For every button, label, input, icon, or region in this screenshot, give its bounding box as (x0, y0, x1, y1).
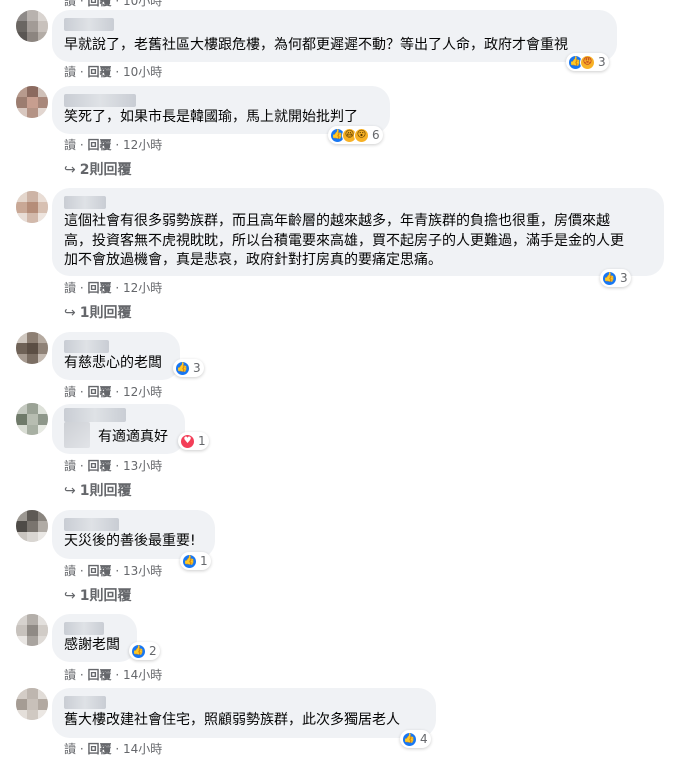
angry-icon: 😡 (580, 54, 595, 70)
comment-actions: 讀 · 回覆 · 12小時 (64, 385, 163, 399)
reply-button[interactable]: 回覆 (88, 281, 112, 295)
reaction-count: 2 (149, 644, 157, 658)
reply-button[interactable]: 回覆 (88, 668, 112, 682)
partial-comment-actions: 讀 · 回覆 · 10小時 (64, 0, 162, 9)
comment-text: 有適適真好 (98, 429, 168, 445)
avatar[interactable] (16, 403, 48, 435)
comment-actions: 讀 · 回覆 · 14小時 (64, 742, 163, 756)
timestamp[interactable]: 14小時 (123, 742, 162, 756)
reply-button[interactable]: 回覆 (88, 742, 112, 756)
reply-arrow-icon: ↪ (64, 162, 76, 178)
read-label[interactable]: 讀 (64, 564, 76, 578)
avatar[interactable] (16, 510, 48, 542)
author-name[interactable] (64, 340, 109, 353)
reaction-count: 6 (372, 128, 380, 142)
author-name[interactable] (64, 408, 126, 422)
timestamp[interactable]: 10小時 (123, 0, 162, 8)
comment-text: 感謝老闆 (64, 637, 120, 653)
reply-arrow-icon: ↪ (64, 483, 76, 499)
author-name[interactable] (64, 18, 114, 31)
view-replies-link[interactable]: ↪ 1則回覆 (64, 480, 131, 500)
reaction-count: 3 (598, 55, 606, 69)
timestamp[interactable]: 13小時 (123, 459, 162, 473)
author-name[interactable] (64, 518, 119, 531)
like-icon: 👍 (602, 270, 617, 286)
reply-arrow-icon: ↪ (64, 305, 76, 321)
read-label[interactable]: 讀 (64, 385, 76, 399)
comment-bubble: 早就說了，老舊社區大樓跟危樓，為何都更遲遲不動？等出了人命，政府才會重視 (52, 10, 617, 62)
comment-bubble: 這個社會有很多弱勢族群，而且高年齡層的越來越多，年青族群的負擔也很重，房價來越高… (52, 188, 664, 276)
reaction-count: 3 (193, 361, 201, 375)
view-replies-link[interactable]: ↪ 2則回覆 (64, 159, 131, 179)
comment-actions: 讀 · 回覆 · 14小時 (64, 668, 163, 682)
comment-actions: 讀 · 回覆 · 12小時 (64, 281, 163, 295)
comment-text: 早就說了，老舊社區大樓跟危樓，為何都更遲遲不動？等出了人命，政府才會重視 (64, 37, 568, 53)
comment-bubble: 感謝老闆 (52, 614, 137, 662)
comment-text: 笑死了，如果市長是韓國瑜，馬上就開始批判了 (64, 109, 358, 125)
author-name[interactable] (64, 696, 106, 709)
avatar[interactable] (16, 688, 48, 720)
reaction-summary[interactable]: 👍 😆 😮 6 (328, 126, 383, 144)
comment-bubble: 有適適真好 (52, 404, 185, 454)
avatar[interactable] (16, 332, 48, 364)
reply-button[interactable]: 回覆 (88, 65, 112, 79)
timestamp[interactable]: 14小時 (123, 668, 162, 682)
avatar[interactable] (16, 10, 48, 42)
reply-arrow-icon: ↪ (64, 588, 76, 604)
timestamp[interactable]: 12小時 (123, 281, 162, 295)
reaction-summary[interactable]: 👍 4 (400, 730, 431, 748)
comment-actions: 讀 · 回覆 · 13小時 (64, 564, 163, 578)
read-label[interactable]: 讀 (64, 138, 76, 152)
comment-text: 有慈悲心的老闆 (64, 355, 162, 371)
read-label[interactable]: 讀 (64, 281, 76, 295)
timestamp[interactable]: 12小時 (123, 138, 162, 152)
blurred-mention (64, 422, 90, 448)
comment-text: 這個社會有很多弱勢族群，而且高年齡層的越來越多，年青族群的負擔也很重，房價來越高… (64, 213, 624, 268)
reaction-summary[interactable]: 👍 3 (173, 359, 204, 377)
comment-bubble: 舊大樓改建社會住宅，照顧弱勢族群，此次多獨居老人 (52, 688, 436, 738)
reply-button[interactable]: 回覆 (88, 459, 112, 473)
like-icon: 👍 (175, 360, 190, 376)
view-replies-link[interactable]: ↪ 1則回覆 (64, 585, 131, 605)
avatar[interactable] (16, 191, 48, 223)
reaction-summary[interactable]: 👍 3 (600, 269, 631, 287)
timestamp[interactable]: 13小時 (123, 564, 162, 578)
reaction-summary[interactable]: 👍 1 (180, 552, 211, 570)
comment-bubble: 有慈悲心的老闆 (52, 332, 180, 380)
read-label[interactable]: 讀 (64, 65, 76, 79)
reaction-count: 4 (420, 732, 428, 746)
like-icon: 👍 (131, 643, 146, 659)
reply-button[interactable]: 回覆 (88, 385, 112, 399)
author-name[interactable] (64, 622, 104, 635)
reaction-summary[interactable]: 👍 😡 3 (566, 53, 609, 71)
read-label[interactable]: 讀 (64, 459, 76, 473)
read-label[interactable]: 讀 (64, 668, 76, 682)
read-label[interactable]: 讀 (64, 0, 76, 8)
timestamp[interactable]: 10小時 (123, 65, 162, 79)
reaction-count: 1 (200, 554, 208, 568)
comment-text: 天災後的善後最重要! (64, 533, 196, 549)
comment-actions: 讀 · 回覆 · 12小時 (64, 138, 163, 152)
reply-button[interactable]: 回覆 (88, 138, 112, 152)
like-icon: 👍 (402, 731, 417, 747)
author-name[interactable] (64, 94, 136, 107)
timestamp[interactable]: 12小時 (123, 385, 162, 399)
reply-button[interactable]: 回覆 (88, 564, 112, 578)
avatar[interactable] (16, 86, 48, 118)
reaction-summary[interactable]: ♥ 1 (178, 432, 209, 450)
comment-actions: 讀 · 回覆 · 13小時 (64, 459, 163, 473)
author-name[interactable] (64, 196, 106, 209)
view-replies-link[interactable]: ↪ 1則回覆 (64, 302, 131, 322)
heart-icon: ♥ (180, 433, 195, 449)
like-icon: 👍 (182, 553, 197, 569)
reply-button[interactable]: 回覆 (88, 0, 112, 8)
avatar[interactable] (16, 614, 48, 646)
wow-icon: 😮 (354, 127, 369, 143)
reaction-count: 3 (620, 271, 628, 285)
reaction-summary[interactable]: 👍 2 (129, 642, 160, 660)
comment-actions: 讀 · 回覆 · 10小時 (64, 65, 163, 79)
comment-text: 舊大樓改建社會住宅，照顧弱勢族群，此次多獨居老人 (64, 712, 400, 728)
read-label[interactable]: 讀 (64, 742, 76, 756)
reaction-count: 1 (198, 434, 206, 448)
